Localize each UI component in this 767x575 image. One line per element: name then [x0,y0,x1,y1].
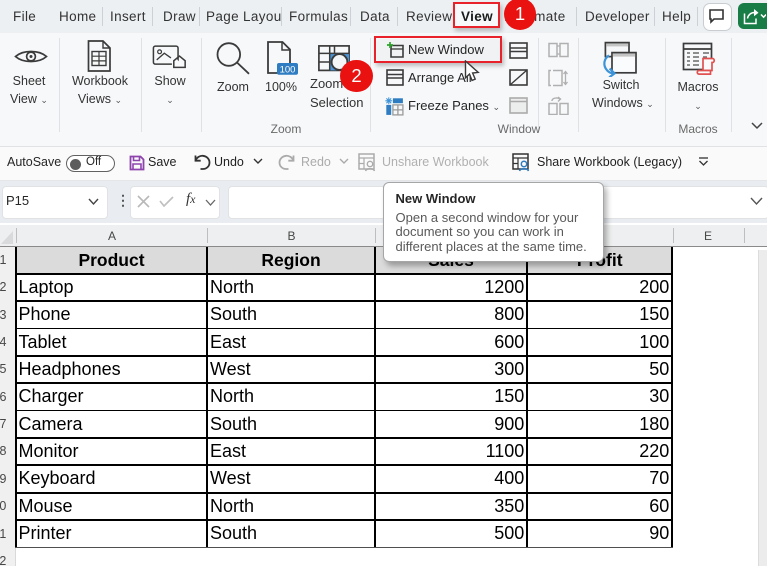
svg-text:100: 100 [280,64,296,75]
